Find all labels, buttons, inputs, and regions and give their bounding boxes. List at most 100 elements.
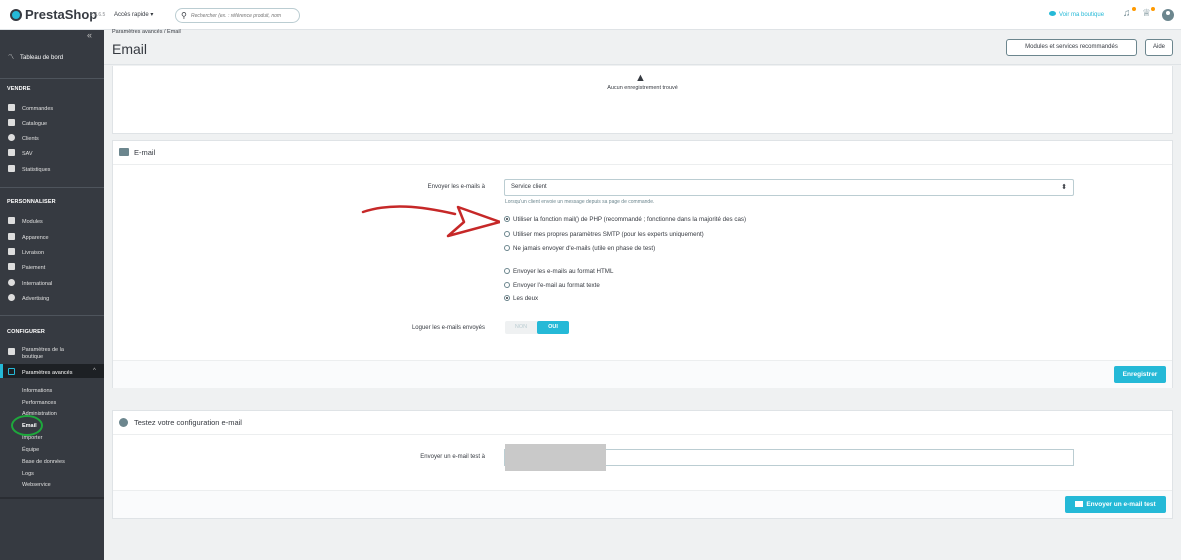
log-emails-switch[interactable]: NON OUI bbox=[505, 321, 569, 334]
button-label: Envoyer un e-mail test bbox=[1086, 501, 1156, 508]
radio-label: Utiliser mes propres paramètres SMTP (po… bbox=[513, 231, 704, 238]
radio-label: Les deux bbox=[513, 295, 539, 302]
sidebar-item-label: Advertising bbox=[22, 296, 50, 302]
sidebar-item-label: Paramètres avancés bbox=[22, 370, 73, 376]
submenu-logs[interactable]: Logs bbox=[22, 471, 34, 477]
submenu-performances[interactable]: Performances bbox=[22, 400, 56, 406]
submenu-database[interactable]: Base de données bbox=[22, 459, 65, 465]
radio-button[interactable] bbox=[504, 282, 510, 288]
sidebar-item-label: International bbox=[22, 281, 53, 287]
panel-footer: Envoyer un e-mail test bbox=[113, 490, 1172, 518]
sidebar-item-label: Statistiques bbox=[22, 167, 51, 173]
switch-no[interactable]: NON bbox=[505, 321, 537, 334]
save-button[interactable]: Enregistrer bbox=[1114, 366, 1166, 383]
sidebar-item-dashboard[interactable]: 〽 Tableau de bord bbox=[8, 52, 63, 61]
test-email-label: Envoyer un e-mail test à bbox=[420, 454, 485, 460]
radio-button[interactable] bbox=[504, 245, 510, 251]
envelope-icon bbox=[1075, 501, 1084, 507]
advertising-icon bbox=[8, 294, 15, 301]
radio-button[interactable] bbox=[504, 295, 510, 301]
radio-button[interactable] bbox=[504, 231, 510, 237]
prestashop-logo-icon[interactable] bbox=[10, 9, 22, 21]
email-log-panel: ▲ Aucun enregistrement trouvé bbox=[112, 66, 1173, 134]
sidebar-item-payment[interactable]: Paiement bbox=[8, 263, 45, 271]
send-to-help: Lorsqu'un client envoie un message depui… bbox=[505, 199, 655, 205]
chevron-up-icon[interactable]: ^ bbox=[93, 368, 96, 374]
email-settings-panel: E-mail Envoyer les e-mails à Service cli… bbox=[112, 140, 1173, 388]
help-button[interactable]: Aide bbox=[1145, 39, 1173, 56]
radio-label: Ne jamais envoyer d'e-mails (utile en ph… bbox=[513, 245, 656, 252]
sidebar-item-shipping[interactable]: Livraison bbox=[8, 248, 44, 256]
submenu-informations[interactable]: Informations bbox=[22, 388, 52, 394]
quick-access-dropdown[interactable]: Accès rapide ▾ bbox=[114, 11, 153, 18]
search-box[interactable]: ⚲ bbox=[175, 8, 300, 23]
arrow-head bbox=[446, 205, 500, 238]
radio-format-both[interactable]: Les deux bbox=[504, 295, 538, 302]
divider bbox=[0, 187, 104, 188]
sidebar-item-label: Apparence bbox=[22, 235, 49, 241]
sidebar-item-catalog[interactable]: Catalogue bbox=[8, 119, 47, 127]
sidebar-item-label: Tableau de bord bbox=[20, 55, 64, 61]
switch-yes[interactable]: OUI bbox=[537, 321, 569, 334]
trophy-badge bbox=[1151, 7, 1155, 11]
view-shop-link[interactable]: Voir ma boutique bbox=[1049, 11, 1104, 18]
monitor-icon bbox=[8, 233, 15, 240]
gear-icon bbox=[119, 418, 128, 427]
collapse-sidebar-icon[interactable]: « bbox=[87, 30, 92, 40]
panel-title: E-mail bbox=[134, 148, 156, 157]
radio-button[interactable] bbox=[504, 268, 510, 274]
chart-icon: 〽 bbox=[8, 55, 15, 61]
radio-smtp[interactable]: Utiliser mes propres paramètres SMTP (po… bbox=[504, 231, 704, 238]
radio-never-send[interactable]: Ne jamais envoyer d'e-mails (utile en ph… bbox=[504, 245, 655, 252]
warning-icon: ▲ bbox=[635, 72, 646, 84]
brand-name[interactable]: PrestaShop bbox=[25, 7, 97, 22]
envelope-icon bbox=[119, 148, 129, 156]
send-to-value: Service client bbox=[511, 184, 547, 190]
sidebar-item-label: SAV bbox=[22, 151, 33, 157]
section-title-sell: VENDRE bbox=[7, 86, 31, 92]
panel-header: E-mail bbox=[113, 141, 1172, 165]
sidebar-item-international[interactable]: International bbox=[8, 279, 52, 287]
search-input[interactable] bbox=[191, 11, 297, 21]
sidebar-item-customers[interactable]: Clients bbox=[8, 134, 39, 142]
send-to-select[interactable]: Service client ⬍ bbox=[504, 179, 1074, 196]
radio-button[interactable] bbox=[504, 216, 510, 222]
notification-badge bbox=[1132, 7, 1136, 11]
version-label: 1.7.6.5 bbox=[90, 12, 106, 18]
puzzle-icon bbox=[8, 217, 15, 224]
radio-php-mail[interactable]: Utiliser la fonction mail() de PHP (reco… bbox=[504, 216, 746, 223]
radio-label: Envoyer l'e-mail au format texte bbox=[513, 282, 600, 289]
sidebar-item-label: Paiement bbox=[22, 265, 46, 271]
trophy-icon[interactable]: ♕ bbox=[1142, 8, 1151, 19]
radio-format-text[interactable]: Envoyer l'e-mail au format texte bbox=[504, 282, 600, 289]
radio-format-html[interactable]: Envoyer les e-mails au format HTML bbox=[504, 268, 613, 275]
sidebar-item-support[interactable]: SAV bbox=[8, 149, 33, 157]
chat-icon bbox=[8, 149, 15, 156]
submenu-team[interactable]: Équipe bbox=[22, 447, 39, 453]
bell-icon[interactable]: ♫ bbox=[1123, 8, 1131, 19]
recommended-modules-button[interactable]: Modules et services recommandés bbox=[1006, 39, 1137, 56]
sidebar-item-stats[interactable]: Statistiques bbox=[8, 165, 50, 173]
send-test-email-button[interactable]: Envoyer un e-mail test bbox=[1065, 496, 1166, 513]
sidebar-item-orders[interactable]: Commandes bbox=[8, 104, 53, 112]
submenu-webservice[interactable]: Webservice bbox=[22, 482, 51, 488]
sidebar-item-advanced-parameters[interactable]: Paramètres avancés bbox=[8, 368, 72, 376]
test-email-input[interactable] bbox=[504, 444, 1074, 471]
search-icon[interactable]: ⚲ bbox=[181, 11, 187, 20]
breadcrumb[interactable]: Paramètres avancés / Email bbox=[112, 29, 181, 35]
sidebar-item-modules[interactable]: Modules bbox=[8, 217, 43, 225]
sidebar-item-label: Catalogue bbox=[22, 121, 48, 127]
arrow-shaft bbox=[361, 205, 457, 216]
select-arrows-icon: ⬍ bbox=[1061, 184, 1067, 191]
log-emails-label: Loguer les e-mails envoyés bbox=[411, 325, 485, 331]
section-title-configure: CONFIGURER bbox=[7, 329, 45, 335]
sidebar-item-shop-parameters[interactable]: Paramètres de la boutique bbox=[8, 347, 78, 361]
panel-title: Testez votre configuration e-mail bbox=[134, 418, 242, 427]
sidebar: « 〽 Tableau de bord VENDRE Commandes Cata… bbox=[0, 30, 104, 560]
sidebar-item-advertising[interactable]: Advertising bbox=[8, 294, 49, 302]
gear-icon bbox=[8, 348, 15, 355]
user-icon[interactable] bbox=[1162, 9, 1174, 21]
redacted-block bbox=[505, 444, 606, 471]
divider bbox=[0, 315, 104, 316]
sidebar-item-appearance[interactable]: Apparence bbox=[8, 233, 49, 241]
